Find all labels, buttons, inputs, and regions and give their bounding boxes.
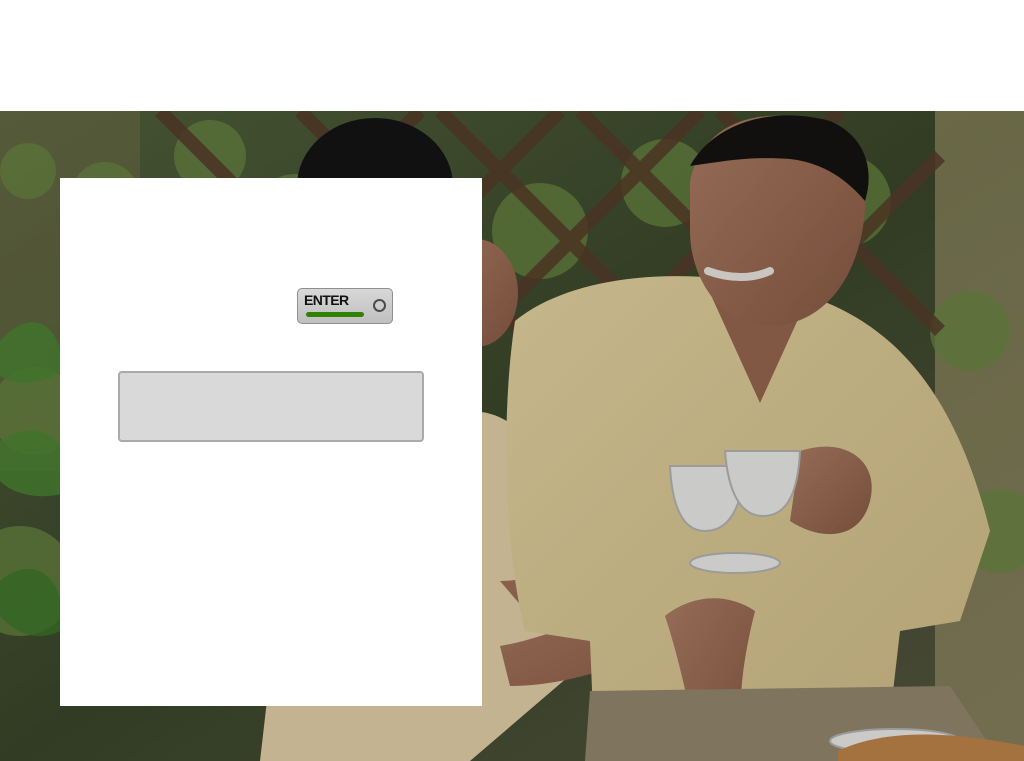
login-page: ENTER (0, 0, 1024, 761)
circle-indicator-icon (373, 299, 386, 312)
top-white-band (0, 0, 1024, 111)
enter-button[interactable]: ENTER (297, 288, 393, 324)
enter-button-label: ENTER (304, 292, 349, 308)
login-panel: ENTER (60, 178, 482, 706)
login-input-field[interactable] (118, 371, 424, 442)
green-status-bar (306, 312, 364, 317)
